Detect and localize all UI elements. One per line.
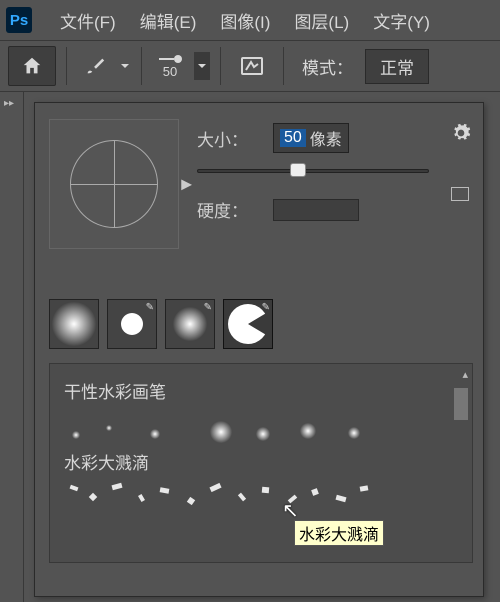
brush-tip-icon (157, 54, 183, 64)
workspace: ▸▸ ▶ 大小： 50 像素 硬度： (0, 92, 500, 602)
brush-preset-button[interactable]: 50 (152, 54, 188, 79)
recent-brushes: ✎ ✎ ✎ (35, 299, 483, 349)
chevron-down-icon (119, 60, 131, 72)
separator (66, 47, 67, 85)
options-toolbar: 50 模式： 正常 (0, 40, 500, 92)
menu-image[interactable]: 图像(I) (210, 4, 280, 37)
pressure-badge-icon: ✎ (204, 302, 212, 313)
size-value: 50 (280, 129, 306, 147)
brush-group-2-preview[interactable] (60, 476, 448, 512)
flip-brush-button[interactable] (451, 187, 469, 201)
chevron-down-icon (196, 60, 208, 72)
preview-play-icon[interactable]: ▶ (181, 176, 192, 193)
blend-mode-select[interactable]: 正常 (365, 49, 429, 84)
menubar: Ps 文件(F) 编辑(E) 图像(I) 图层(L) 文字(Y) (0, 0, 500, 40)
separator (141, 47, 142, 85)
recent-brush-1[interactable] (49, 299, 99, 349)
pressure-badge-icon: ✎ (262, 302, 270, 313)
brush-group-1-preview[interactable] (60, 405, 448, 445)
scrollbar-thumb[interactable] (454, 388, 468, 420)
brush-size-display: 50 (163, 64, 177, 79)
separator (220, 47, 221, 85)
recent-brush-3[interactable]: ✎ (165, 299, 215, 349)
brush-group-1-title[interactable]: 干性水彩画笔 (64, 378, 448, 403)
panel-icon (240, 55, 264, 77)
size-slider[interactable] (197, 169, 429, 173)
brush-settings-toggle[interactable] (231, 48, 273, 84)
preview-circle (70, 140, 158, 228)
recent-brush-4-selected[interactable]: ✎ (223, 299, 273, 349)
size-input[interactable]: 50 像素 (273, 123, 349, 153)
brush-preset-dropdown[interactable] (194, 52, 210, 80)
brush-icon (84, 55, 106, 77)
menu-type[interactable]: 文字(Y) (363, 4, 440, 37)
tool-brush-indicator[interactable] (77, 48, 113, 84)
pressure-badge-icon: ✎ (146, 302, 154, 313)
home-button[interactable] (8, 46, 56, 86)
brush-angle-preview[interactable]: ▶ (49, 119, 179, 249)
brush-tooltip: 水彩大溅滴 (294, 520, 384, 546)
menu-file[interactable]: 文件(F) (50, 4, 126, 37)
size-slider-thumb[interactable] (290, 163, 306, 177)
recent-brush-2[interactable]: ✎ (107, 299, 157, 349)
size-unit: 像素 (306, 126, 342, 150)
blend-mode-label: 模式： (302, 54, 353, 79)
scroll-up-icon[interactable]: ▴ (462, 368, 468, 381)
gear-icon (451, 123, 471, 143)
menu-layer[interactable]: 图层(L) (284, 4, 359, 37)
expand-dock-icon[interactable]: ▸▸ (4, 98, 14, 109)
panel-menu-button[interactable] (451, 123, 471, 148)
left-dock: ▸▸ (0, 92, 24, 602)
app-logo: Ps (6, 7, 32, 33)
brush-preset-panel: ▶ 大小： 50 像素 硬度： (34, 102, 484, 597)
hardness-label: 硬度： (197, 197, 261, 222)
menu-edit[interactable]: 编辑(E) (130, 4, 207, 37)
brush-tool-dropdown[interactable] (119, 60, 131, 72)
home-icon (21, 55, 43, 77)
size-label: 大小： (197, 126, 261, 151)
separator (283, 47, 284, 85)
brush-groups-list[interactable]: ▴ 干性水彩画笔 水彩大溅滴 (49, 363, 473, 563)
brush-group-2-title[interactable]: 水彩大溅滴 (64, 449, 448, 474)
hardness-input[interactable] (273, 199, 359, 221)
